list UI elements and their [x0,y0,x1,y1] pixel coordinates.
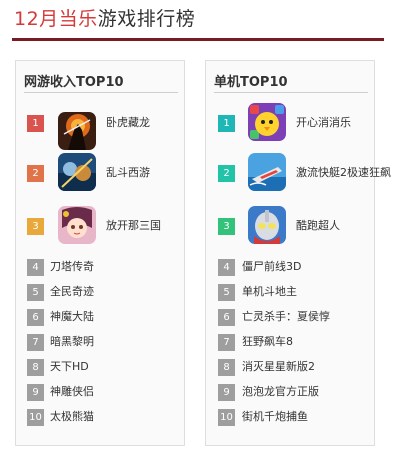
rank-badge: 10 [27,409,44,426]
rank-badge: 3 [218,218,235,235]
game-name[interactable]: 僵尸前线3D [242,259,301,275]
game-name[interactable]: 暗黑黎明 [50,334,94,350]
game-name[interactable]: 卧虎藏龙 [106,115,150,131]
game-name[interactable]: 天下HD [50,359,89,375]
game-name[interactable]: 刀塔传奇 [50,259,94,275]
rank-badge: 10 [218,409,235,426]
game-name[interactable]: 神魔大陆 [50,309,94,325]
rank-badge: 8 [218,359,235,376]
page-title: 12月当乐游戏排行榜 [14,6,195,32]
panel-title: 单机TOP10 [214,75,288,90]
game-name[interactable]: 激流快艇2极速狂飙 [296,165,391,181]
game-name[interactable]: 酷跑超人 [296,218,340,234]
rank-badge: 5 [218,284,235,301]
rank-badge: 7 [218,334,235,351]
rank-badge: 1 [218,115,235,132]
journey-game-icon[interactable] [58,153,96,191]
standalone-panel: 单机TOP10 1 开心消消乐 2 激流快艇2极速狂飙 3 酷跑超人 4 僵尸前… [205,60,391,446]
rank-badge: 2 [27,165,44,182]
page-header: 12月当乐游戏排行榜 [0,0,400,44]
page-title-highlight: 12月当乐 [14,8,98,30]
rank-badge: 9 [27,384,44,401]
rank-badge: 6 [218,309,235,326]
online-revenue-panel: 网游收入TOP10 1 卧虎藏龙 2 乱斗西游 3 放开那三国 4 刀塔传奇 5… [15,60,185,446]
rank-badge: 7 [27,334,44,351]
rank-badge: 8 [27,359,44,376]
panel-divider [24,92,178,93]
panel-title: 网游收入TOP10 [24,75,124,90]
three-kingdoms-game-icon[interactable] [58,206,96,244]
rank-badge: 1 [27,115,44,132]
game-name[interactable]: 全民奇迹 [50,284,94,300]
panel-divider [214,92,368,93]
game-name[interactable]: 放开那三国 [106,218,161,234]
game-name[interactable]: 狂野飙车8 [242,334,293,350]
title-divider [12,38,384,41]
ultraman-game-icon[interactable] [248,206,286,244]
rank-badge: 4 [218,259,235,276]
game-name[interactable]: 太极熊猫 [50,409,94,425]
game-name[interactable]: 乱斗西游 [106,165,150,181]
rank-badge: 4 [27,259,44,276]
page-title-rest: 游戏排行榜 [97,8,196,30]
speedboat-game-icon[interactable] [248,153,286,191]
rank-badge: 2 [218,165,235,182]
game-name[interactable]: 开心消消乐 [296,115,351,131]
game-name[interactable]: 亡灵杀手：夏侯惇 [242,309,330,325]
rank-badge: 9 [218,384,235,401]
game-name[interactable]: 街机千炮捕鱼 [242,409,308,425]
game-name[interactable]: 神雕侠侣 [50,384,94,400]
rank-badge: 5 [27,284,44,301]
game-name[interactable]: 消灭星星新版2 [242,359,315,375]
game-name[interactable]: 泡泡龙官方正版 [242,384,319,400]
game-name[interactable]: 单机斗地主 [242,284,297,300]
rank-badge: 6 [27,309,44,326]
rank-badge: 3 [27,218,44,235]
chick-puzzle-game-icon[interactable] [248,103,286,141]
warrior-game-icon[interactable] [58,112,96,150]
